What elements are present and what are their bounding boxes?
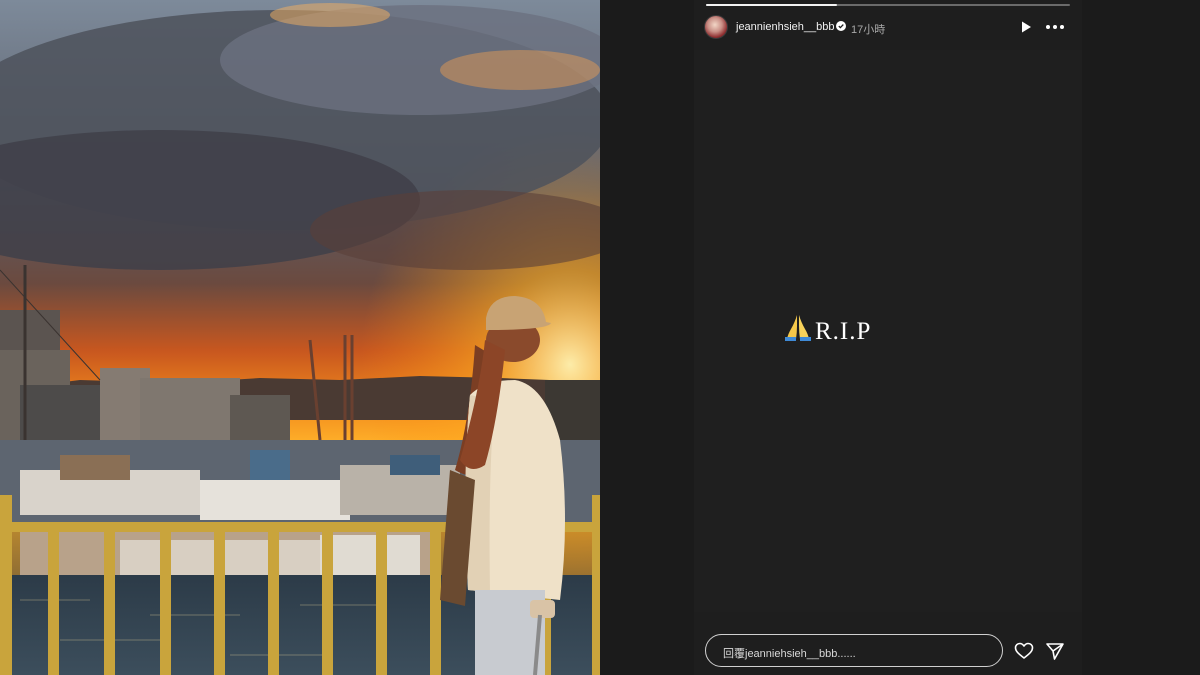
story-time: 17小時 [851,24,886,36]
story-card [694,50,1082,612]
reply-placeholder: 回覆jeanniehsieh__bbb...... [723,648,856,660]
play-icon[interactable] [1019,20,1033,34]
story-username[interactable]: jeannienhsieh__bbb [736,21,834,33]
post-photo [0,0,600,675]
sunset-harbor-photo [0,0,600,675]
avatar[interactable] [704,15,728,39]
praying-hands-icon [785,315,811,341]
story-progress-bar [706,4,1070,6]
heart-icon[interactable] [1014,641,1034,661]
reply-input[interactable]: 回覆jeanniehsieh__bbb...... [705,634,1003,667]
more-options-icon[interactable] [1045,20,1065,34]
story-caption: R.I.P [815,318,872,345]
story-header: jeannienhsieh__bbb 17小時 [704,13,1074,41]
send-icon[interactable] [1045,641,1065,661]
story-progress-fill [706,4,838,6]
story-text: R.I.P [783,312,871,346]
verified-badge-icon [836,21,846,31]
